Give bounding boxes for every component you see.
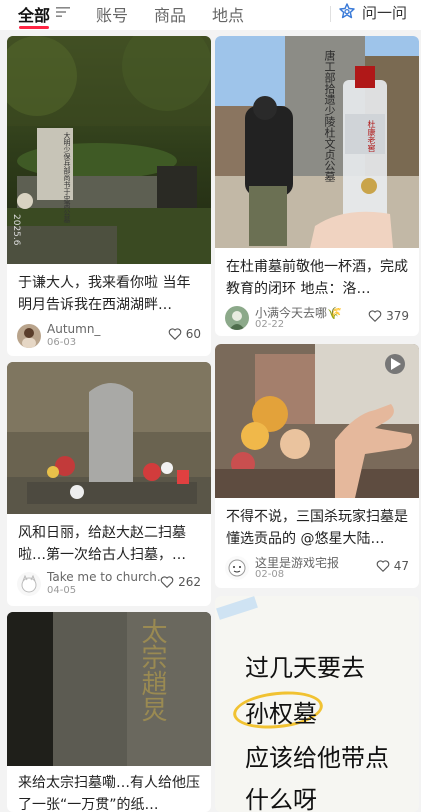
card-image xyxy=(215,344,419,498)
sparkle-icon xyxy=(339,3,355,19)
tombstone-inscription: 唐工部拾遗少陵杜文贞公墓 xyxy=(323,50,336,182)
tab-places[interactable]: 地点 xyxy=(212,2,244,26)
liquor-bottle-label: 杜康老窖 xyxy=(367,120,376,152)
filter-menu-icon[interactable] xyxy=(56,6,70,18)
like-count: 47 xyxy=(393,559,409,573)
tab-accounts[interactable]: 账号 xyxy=(96,2,128,26)
card-title: 风和日丽，给赵大赵二扫墓啦…第一次给古人扫墓，… xyxy=(18,525,186,563)
card-meta: 小满今天去哪🌾 02-22 379 xyxy=(225,304,411,332)
tab-products[interactable]: 商品 xyxy=(154,2,186,26)
author-name[interactable]: Take me to church. xyxy=(47,570,161,584)
tombstone-inscription: 大明少保兵部尚书于忠肃公墓 xyxy=(63,132,71,223)
note-text-line: 过几天要去 xyxy=(245,654,365,682)
top-tab-bar: 全部 账号 商品 地点 问一问 xyxy=(0,0,421,30)
note-text-line: 孙权墓 xyxy=(245,700,317,728)
card-image: 太宗趙炅 xyxy=(7,612,211,766)
card-meta: 这里是游戏宅报 02-08 47 xyxy=(225,554,411,582)
note-card[interactable]: 风和日丽，给赵大赵二扫墓啦…第一次给古人扫墓，… Take me to chur… xyxy=(7,362,211,606)
note-text-line: 应该给他带点 xyxy=(245,744,389,772)
note-card[interactable]: 太宗趙炅 来给太宗扫墓嘞…有人给他压了一张“一万贯”的纸… xyxy=(7,612,211,812)
card-title: 来给太宗扫墓嘞…有人给他压了一张“一万贯”的纸… xyxy=(18,775,200,812)
card-image xyxy=(7,362,211,514)
like-button[interactable]: 379 xyxy=(368,309,409,323)
heart-icon xyxy=(368,310,382,322)
card-meta: Take me to church. 04-05 262 xyxy=(17,570,203,598)
like-count: 262 xyxy=(178,575,201,589)
card-meta: Autumn_ 06-03 60 xyxy=(17,322,203,350)
note-card[interactable]: 唐工部拾遗少陵杜文贞公墓 杜康老窖 在杜甫墓前敬他一杯酒，完成教育的闭环 地点：… xyxy=(215,36,419,336)
post-date: 02-22 xyxy=(255,319,285,330)
note-card[interactable]: 过几天要去 孙权墓 应该给他带点 什么呀 xyxy=(215,596,419,812)
like-button[interactable]: 47 xyxy=(376,559,409,573)
photo-date-stamp: 2025.6 xyxy=(11,214,21,246)
avatar[interactable] xyxy=(17,572,41,596)
tombstone-inscription: 太宗趙炅 xyxy=(137,618,167,722)
post-date: 02-08 xyxy=(255,569,285,580)
card-title: 不得不说，三国杀玩家扫墓是懂选贡品的 @悠星大陆… xyxy=(226,509,408,547)
ask-button[interactable]: 问一问 xyxy=(338,2,407,22)
avatar[interactable] xyxy=(17,324,41,348)
card-title: 在杜甫墓前敬他一杯酒，完成教育的闭环 地点：洛… xyxy=(226,259,408,297)
heart-icon xyxy=(160,576,174,588)
post-date: 06-03 xyxy=(47,337,77,348)
avatar[interactable] xyxy=(225,306,249,330)
card-image: 唐工部拾遗少陵杜文贞公墓 杜康老窖 xyxy=(215,36,419,248)
ask-label: 问一问 xyxy=(362,3,408,22)
like-count: 379 xyxy=(386,309,409,323)
note-card[interactable]: 大明少保兵部尚书于忠肃公墓 2025.6 于谦大人，我来看你啦 当年明月告诉我在… xyxy=(7,36,211,356)
tab-all[interactable]: 全部 xyxy=(18,2,50,26)
heart-icon xyxy=(376,560,389,572)
card-title: 于谦大人，我来看你啦 当年明月告诉我在西湖湖畔… xyxy=(18,275,191,313)
card-image: 大明少保兵部尚书于忠肃公墓 2025.6 xyxy=(7,36,211,264)
tape-decoration xyxy=(216,596,258,620)
post-date: 04-05 xyxy=(47,585,77,596)
avatar[interactable] xyxy=(225,556,249,580)
heart-icon xyxy=(168,328,181,340)
author-name[interactable]: Autumn_ xyxy=(47,322,100,336)
like-button[interactable]: 60 xyxy=(168,327,201,341)
active-tab-indicator xyxy=(19,26,49,29)
like-count: 60 xyxy=(185,327,201,341)
note-card[interactable]: 不得不说，三国杀玩家扫墓是懂选贡品的 @悠星大陆… 这里是游戏宅报 02-08 … xyxy=(215,344,419,588)
divider xyxy=(330,6,331,22)
note-text-line: 什么呀 xyxy=(245,786,317,812)
like-button[interactable]: 262 xyxy=(160,575,201,589)
